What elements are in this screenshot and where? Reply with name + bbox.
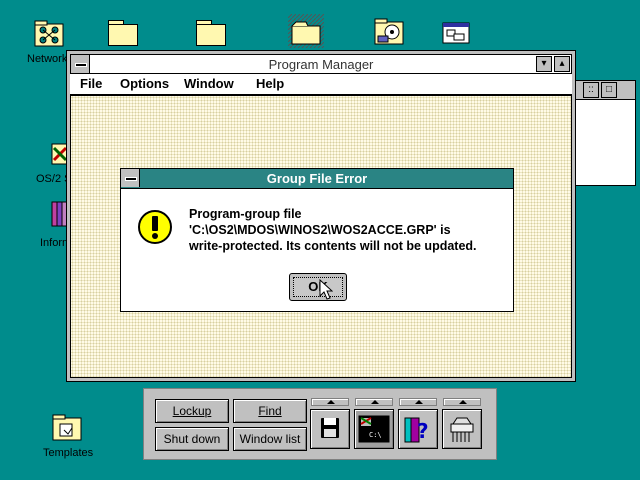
window-list-desktop-icon[interactable] (442, 22, 476, 52)
selected-folder-icon[interactable] (288, 14, 324, 48)
network-label: Network (27, 53, 68, 65)
shutdown-button[interactable]: Shut down (155, 427, 229, 451)
mouse-pointer-icon (319, 278, 334, 304)
window-list-button[interactable]: Window list (233, 427, 307, 451)
menu-file[interactable]: File (80, 76, 102, 91)
minimize-button[interactable]: ▾ (536, 56, 552, 72)
menu-help[interactable]: Help (256, 76, 284, 91)
svg-text:C:\: C:\ (369, 431, 382, 439)
svg-text:?: ? (417, 419, 429, 443)
ok-button[interactable]: OK (289, 273, 347, 301)
floppy-disk-icon[interactable] (310, 409, 350, 449)
os2-command-prompt-icon[interactable]: C:\ (354, 409, 394, 449)
menu-bar: File Options Window Help (70, 74, 572, 95)
find-button[interactable]: Find (233, 399, 307, 423)
menu-window[interactable]: Window (184, 76, 234, 91)
drawer-arrow-icon[interactable] (399, 398, 437, 406)
message-line: Program-group file (189, 207, 302, 221)
dialog-message: Program-group file 'C:\OS2\MDOS\WINOS2\W… (189, 206, 477, 254)
templates-label: Templates (43, 447, 94, 459)
launchpad: Lockup Find Shut down Window list C:\ ? (143, 388, 497, 460)
warning-icon (137, 209, 173, 248)
maximize-button[interactable]: □ (601, 82, 617, 98)
drawer-arrow-icon[interactable] (311, 398, 349, 406)
group-file-error-dialog[interactable]: Group File Error Program-group file 'C:\… (120, 168, 514, 312)
background-window-titlebar[interactable]: :: □ (575, 81, 635, 100)
help-icon[interactable]: ? (398, 409, 438, 449)
program-manager-titlebar[interactable]: Program Manager ▾ ▴ (70, 54, 572, 74)
maximize-button[interactable]: ▴ (554, 56, 570, 72)
hide-button[interactable]: :: (583, 82, 599, 98)
templates-icon[interactable] (52, 414, 86, 444)
message-line: 'C:\OS2\MDOS\WINOS2\WOS2ACCE.GRP' is (189, 223, 451, 237)
background-window[interactable]: :: □ (574, 80, 636, 186)
drives-icon[interactable] (374, 18, 408, 48)
drawer-arrow-icon[interactable] (355, 398, 393, 406)
menu-options[interactable]: Options (120, 76, 169, 91)
dialog-title: Group File Error (266, 171, 368, 186)
dialog-titlebar[interactable]: Group File Error (121, 169, 513, 189)
network-icon[interactable] (34, 20, 68, 50)
window-title: Program Manager (268, 57, 374, 72)
drawer-arrow-icon[interactable] (443, 398, 481, 406)
shredder-icon[interactable] (442, 409, 482, 449)
message-line: write-protected. Its contents will not b… (189, 239, 477, 253)
ok-button-label: OK (293, 277, 343, 297)
lockup-button[interactable]: Lockup (155, 399, 229, 423)
